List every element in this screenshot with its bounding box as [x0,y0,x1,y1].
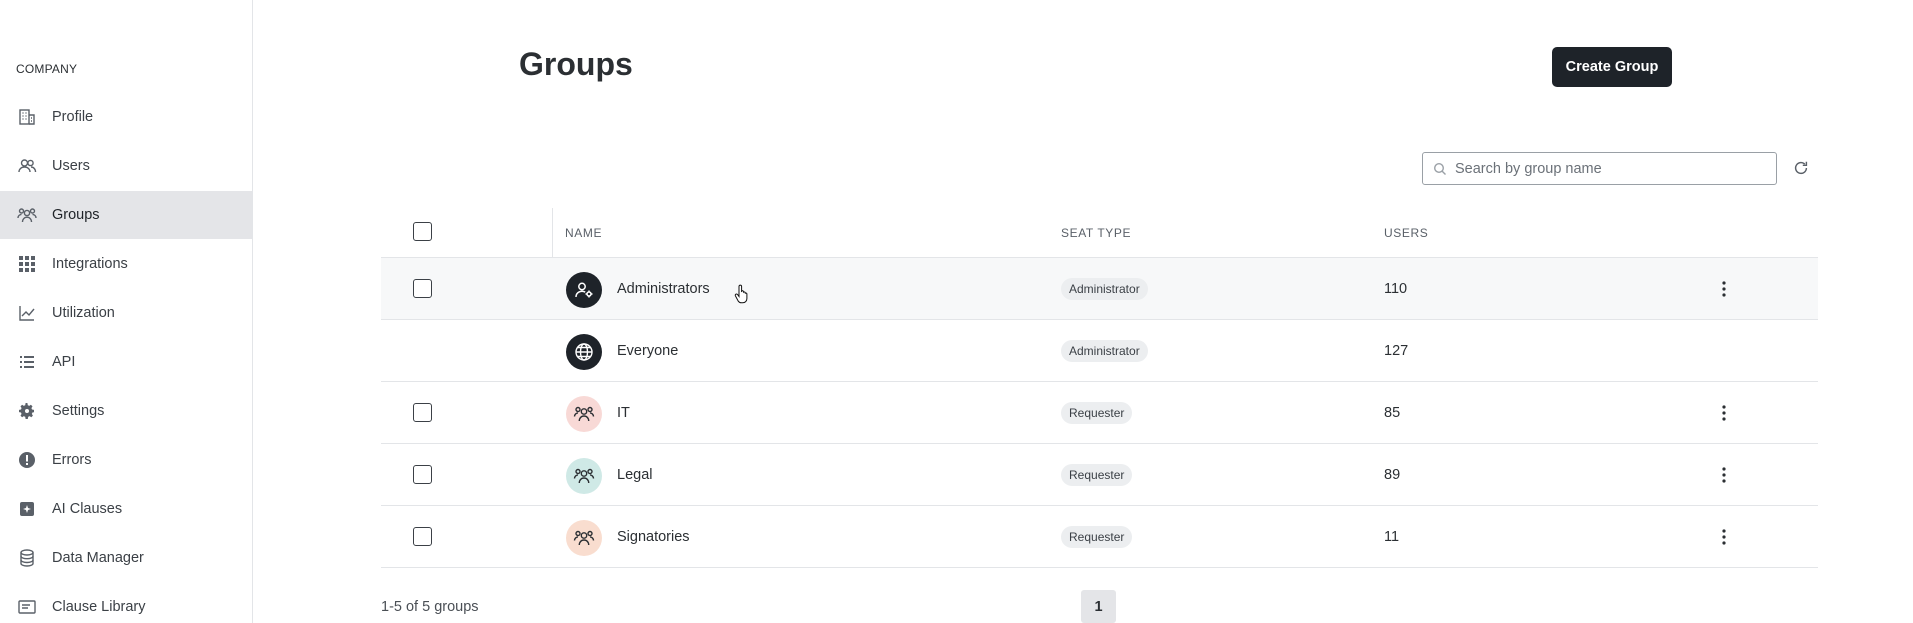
group-name[interactable]: IT [617,405,630,421]
sidebar-item-label: Utilization [52,305,115,321]
sidebar-item-label: AI Clauses [52,501,123,517]
seat-type-badge: Administrator [1061,278,1148,300]
seat-type-badge: Requester [1061,464,1133,486]
sidebar-item-label: API [52,354,76,370]
user-count: 85 [1384,405,1401,421]
table-row[interactable]: Administrators Administrator 110 [381,258,1818,320]
column-header-name: NAME [565,226,603,240]
sidebar-item-label: Settings [52,403,105,419]
row-checkbox[interactable] [413,403,432,422]
sidebar-item-settings[interactable]: Settings [0,387,252,435]
column-header-users: USERS [1384,226,1429,240]
user-count: 127 [1384,343,1409,359]
sidebar-item-utilization[interactable]: Utilization [0,289,252,337]
more-options-icon[interactable] [1713,462,1735,488]
sidebar-item-groups[interactable]: Groups [0,191,252,239]
search-input[interactable] [1455,160,1755,177]
row-checkbox[interactable] [413,279,432,298]
building-icon [16,106,38,128]
ai-plus-icon [16,498,38,520]
column-divider [552,208,553,258]
user-count: 110 [1384,281,1408,297]
seat-type-badge: Requester [1061,402,1133,424]
seat-type-badge: Requester [1061,526,1133,548]
group-icon [566,458,602,494]
search-icon [1433,162,1447,176]
sidebar-item-integrations[interactable]: Integrations [0,240,252,288]
table-header: NAME SEAT TYPE USERS [381,208,1818,258]
sidebar-item-ai-clauses[interactable]: AI Clauses [0,485,252,533]
sidebar-item-api[interactable]: API [0,338,252,386]
alert-icon [16,449,38,471]
row-checkbox[interactable] [413,465,432,484]
group-icon [566,396,602,432]
search-box[interactable] [1422,152,1777,185]
sidebar-item-users[interactable]: Users [0,142,252,190]
group-name[interactable]: Legal [617,467,652,483]
groups-table: NAME SEAT TYPE USERS Administrators Admi… [381,208,1818,568]
user-count: 11 [1384,529,1400,545]
sidebar-item-label: Errors [52,452,92,468]
sidebar-item-profile[interactable]: Profile [0,93,252,141]
column-header-seat-type: SEAT TYPE [1061,226,1132,240]
sidebar: COMPANY Profile Users Groups Integration… [0,0,253,623]
table-row[interactable]: Signatories Requester 11 [381,506,1818,568]
group-name[interactable]: Everyone [617,343,678,359]
sidebar-item-label: Data Manager [52,550,144,566]
page-button-current[interactable]: 1 [1081,590,1116,623]
table-row[interactable]: IT Requester 85 [381,382,1818,444]
table-row[interactable]: Legal Requester 89 [381,444,1818,506]
user-count: 89 [1384,467,1401,483]
group-name[interactable]: Signatories [617,529,690,545]
groups-icon [16,204,38,226]
sidebar-item-label: Groups [52,207,100,223]
refresh-icon[interactable] [1790,157,1812,179]
users-icon [16,155,38,177]
hand-cursor-icon [734,284,748,304]
sidebar-item-label: Profile [52,109,94,125]
globe-icon [566,334,602,370]
more-options-icon[interactable] [1713,276,1735,302]
gear-icon [16,400,38,422]
page-title: Groups [519,46,633,82]
more-options-icon[interactable] [1713,400,1735,426]
more-options-icon[interactable] [1713,524,1735,550]
select-all-checkbox[interactable] [413,222,432,241]
seat-type-badge: Administrator [1061,340,1148,362]
create-group-button[interactable]: Create Group [1552,47,1672,87]
library-icon [16,596,38,618]
chart-line-icon [16,302,38,324]
sidebar-item-data-manager[interactable]: Data Manager [0,534,252,582]
row-checkbox[interactable] [413,527,432,546]
sidebar-item-label: Users [52,158,90,174]
sidebar-item-errors[interactable]: Errors [0,436,252,484]
list-icon [16,351,38,373]
sidebar-item-label: Integrations [52,256,128,272]
database-icon [16,547,38,569]
sidebar-item-clause-library[interactable]: Clause Library [0,583,252,623]
sidebar-item-label: Clause Library [52,599,146,615]
pagination-summary: 1-5 of 5 groups [381,599,479,615]
group-name[interactable]: Administrators [617,281,710,297]
group-icon [566,520,602,556]
sidebar-section-label: COMPANY [16,62,78,76]
user-gear-icon [566,272,602,308]
table-row[interactable]: Everyone Administrator 127 [381,320,1818,382]
grid-icon [16,253,38,275]
